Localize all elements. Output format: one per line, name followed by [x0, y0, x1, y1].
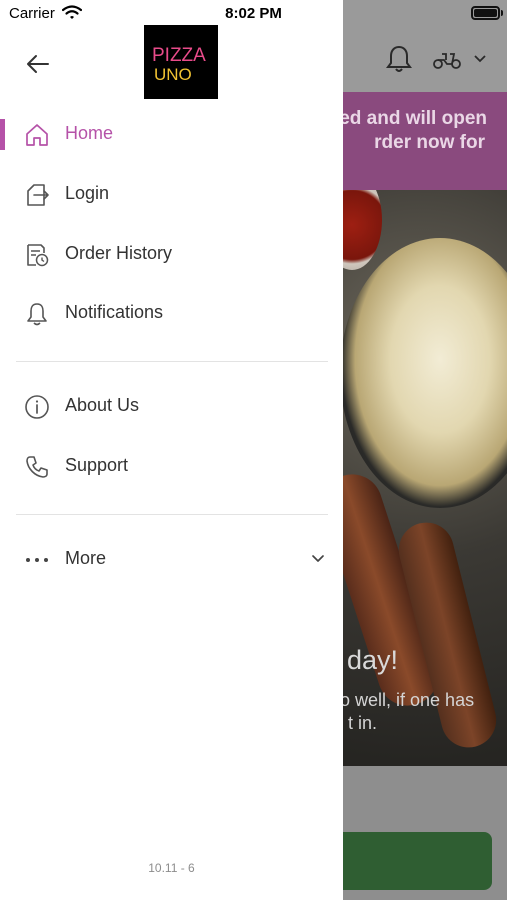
more-dots-icon — [26, 558, 48, 562]
banner-text-line2: rder now for — [374, 132, 485, 153]
menu-item-support[interactable]: Support — [0, 441, 343, 493]
menu-item-notifications[interactable]: Notifications — [0, 288, 343, 340]
battery-icon — [471, 6, 500, 20]
salad-bowl — [340, 238, 507, 508]
menu-item-login[interactable]: Login — [0, 169, 343, 221]
login-icon — [27, 184, 49, 206]
menu-item-label: Notifications — [65, 302, 164, 322]
menu-item-label: More — [65, 548, 107, 568]
chevron-down-icon — [474, 55, 486, 63]
banner-text-line1: ed and will open — [339, 108, 487, 129]
menu-item-home[interactable]: Home — [0, 109, 343, 161]
phone-icon — [26, 456, 48, 478]
notification-bell-icon — [386, 45, 412, 72]
menu-divider — [16, 361, 328, 362]
order-now-button[interactable] — [330, 832, 492, 890]
menu-item-label: Support — [65, 455, 129, 475]
logo-text-bottom: UNO — [154, 65, 192, 84]
hero-quote-line1: o well, if one has — [340, 690, 475, 710]
info-icon — [25, 395, 49, 419]
home-icon — [26, 124, 48, 146]
clock: 8:02 PM — [225, 5, 282, 22]
back-arrow-icon[interactable] — [20, 46, 56, 82]
brand-logo: PIZZA UNO — [144, 25, 218, 99]
app-version: 10.11 - 6 — [148, 861, 195, 875]
chevron-down-icon — [312, 555, 324, 562]
menu-divider — [16, 514, 328, 515]
hero-headline: day! — [347, 645, 399, 675]
receipt-clock-icon — [27, 244, 49, 267]
menu-item-order-history[interactable]: Order History — [0, 229, 343, 281]
menu-item-label: About Us — [65, 395, 140, 415]
menu-item-more[interactable]: More — [0, 534, 343, 586]
menu-item-label: Login — [65, 183, 110, 203]
hero-quote-line2: t in. — [348, 713, 378, 733]
navigation-drawer: PIZZA UNO Home Login Order History Notif… — [0, 0, 343, 900]
status-bar: Carrier 8:02 PM — [0, 0, 507, 28]
menu-item-about-us[interactable]: About Us — [0, 381, 343, 433]
menu-item-label: Order History — [65, 243, 173, 263]
menu-item-label: Home — [65, 123, 114, 143]
delivery-scooter-icon — [433, 53, 461, 69]
bell-icon — [27, 303, 47, 326]
logo-text-top: PIZZA — [152, 45, 206, 66]
